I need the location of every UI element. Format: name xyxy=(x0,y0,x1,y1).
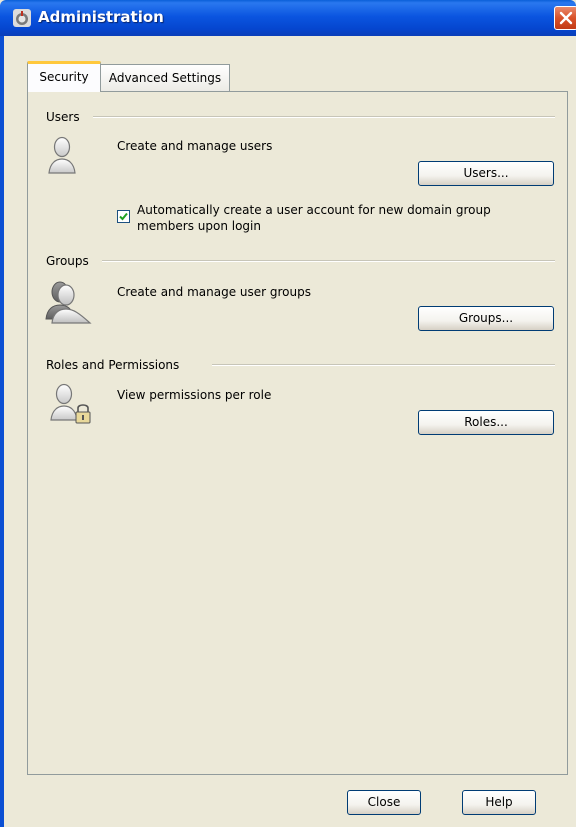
users-heading: Users xyxy=(46,110,88,124)
users-divider xyxy=(93,116,555,118)
users-button[interactable]: Users... xyxy=(418,161,554,186)
close-icon xyxy=(559,11,573,25)
help-button[interactable]: Help xyxy=(462,790,536,815)
group-icon xyxy=(44,279,92,328)
roles-divider xyxy=(212,364,555,366)
title-bar[interactable]: Administration xyxy=(0,0,576,36)
window-frame-left xyxy=(0,36,4,827)
user-icon xyxy=(46,135,78,178)
groups-heading: Groups xyxy=(46,254,97,268)
auto-create-user-checkbox[interactable] xyxy=(117,210,130,223)
auto-create-user-label-line2[interactable]: members upon login xyxy=(137,219,261,233)
roles-heading: Roles and Permissions xyxy=(46,358,188,372)
close-window-button[interactable] xyxy=(554,6,576,30)
window-title: Administration xyxy=(38,8,164,26)
checkmark-icon xyxy=(119,212,128,221)
app-icon xyxy=(13,9,31,27)
roles-button[interactable]: Roles... xyxy=(418,410,554,435)
groups-description: Create and manage user groups xyxy=(117,285,311,299)
close-button[interactable]: Close xyxy=(347,790,421,815)
tab-security[interactable]: Security xyxy=(27,61,101,92)
groups-divider xyxy=(102,260,555,262)
users-description: Create and manage users xyxy=(117,139,273,153)
auto-create-user-label-line1[interactable]: Automatically create a user account for … xyxy=(137,203,491,217)
user-lock-icon xyxy=(50,382,94,429)
roles-description: View permissions per role xyxy=(117,388,272,402)
groups-button[interactable]: Groups... xyxy=(418,306,554,331)
tab-advanced-settings[interactable]: Advanced Settings xyxy=(100,64,230,91)
